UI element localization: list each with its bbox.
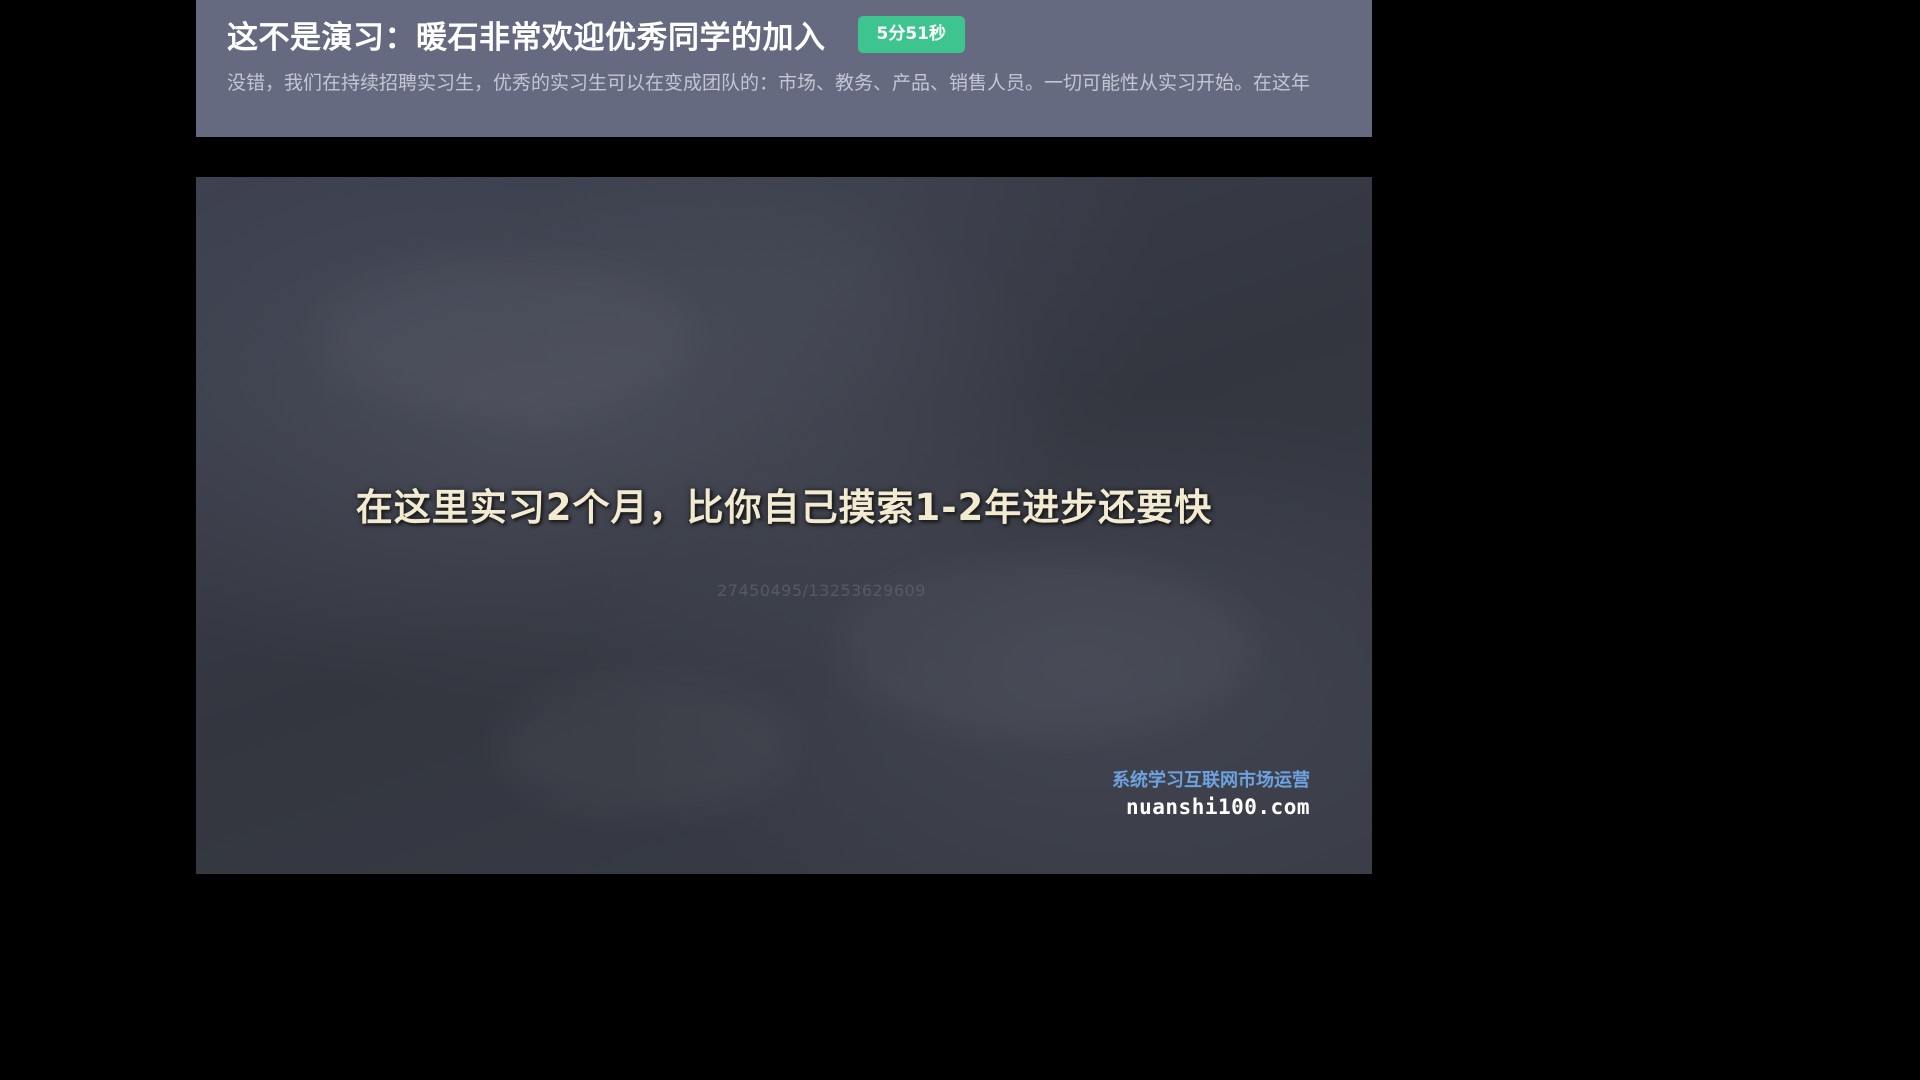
video-player[interactable]: 在这里实习2个月，比你自己摸索1-2年进步还要快 27450495/132536… xyxy=(196,177,1372,874)
video-caption: 在这里实习2个月，比你自己摸索1-2年进步还要快 xyxy=(355,486,1213,529)
title-row: 这不是演习：暖石非常欢迎优秀同学的加入 5分51秒 xyxy=(227,12,1372,56)
chalk-smudge xyxy=(316,257,696,417)
course-description: 没错，我们在持续招聘实习生，优秀的实习生可以在变成团队的：市场、教务、产品、销售… xyxy=(227,72,1311,94)
course-header: 这不是演习：暖石非常欢迎优秀同学的加入 5分51秒 没错，我们在持续招聘实习生，… xyxy=(196,0,1372,137)
brand-slogan: 系统学习互联网市场运营 xyxy=(1112,770,1310,791)
brand-watermark: 系统学习互联网市场运营 nuanshi100.com xyxy=(1112,769,1310,821)
header-video-gap xyxy=(196,137,1372,177)
chalk-smudge xyxy=(496,677,796,817)
brand-url: nuanshi100.com xyxy=(1125,795,1310,819)
video-watermark-id: 27450495/13253629609 xyxy=(717,581,926,600)
duration-badge: 5分51秒 xyxy=(857,15,965,53)
course-title[interactable]: 这不是演习：暖石非常欢迎优秀同学的加入 xyxy=(227,12,826,57)
